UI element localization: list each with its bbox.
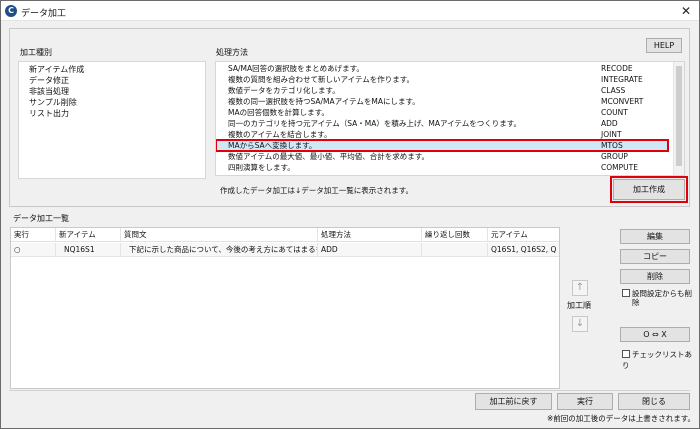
help-button[interactable]: HELP [646,38,682,53]
checkbox-box[interactable] [622,350,630,358]
method-list-scrollbar[interactable] [673,62,684,175]
processing-method-list[interactable]: SA/MA回答の選択肢をまとめあげます。 RECODE 複数の質問を組み合わせて新… [215,61,685,176]
type-item-data-edit[interactable]: データ修正 [29,75,69,86]
cell-question: 下記に示した商品について、今後の考え方にあてはまるもの [121,243,318,257]
method-row[interactable]: MAの回答個数を計算します。 COUNT [216,107,668,118]
create-process-button[interactable]: 加工作成 [610,176,688,203]
method-code: COUNT [601,108,628,117]
run-button[interactable]: 実行 [557,393,613,410]
created-note: 作成したデータ加工は↓データ加工一覧に表示されます。 [220,186,414,195]
table-header: 実行 新アイテム 質問文 処理方法 繰り返し回数 元アイテム [11,228,559,242]
type-item-list-output[interactable]: リスト出力 [29,108,69,119]
method-code: ADD [601,119,618,128]
col-header-repeat: 繰り返し回数 [422,228,488,242]
data-processing-window: C データ加工 ✕ HELP 加工種別 処理方法 新アイテム作成 データ修正 非… [0,0,700,429]
col-header-new-item: 新アイテム [56,228,121,242]
cell-source-item: Q16S1, Q16S2, Q [491,245,557,254]
method-row[interactable]: 複数のアイテムを結合します。 JOINT [216,129,668,140]
method-row[interactable]: 数値データをカテゴリ化します。 CLASS [216,85,668,96]
edit-button[interactable]: 編集 [620,229,690,244]
method-row[interactable]: 複数の同一選択肢を持つSA/MAアイテムをMAにします。 MCONVERT [216,96,668,107]
col-header-question: 質問文 [121,228,318,242]
method-desc: MAからSAへ変換します。 [228,141,317,150]
divider [9,390,690,391]
methods-label: 処理方法 [216,48,248,57]
cell-run[interactable]: ○ [11,243,56,257]
cell-repeat [422,243,488,257]
type-item-new-item[interactable]: 新アイテム作成 [29,64,84,75]
method-code: GROUP [601,152,628,161]
revert-button[interactable]: 加工前に戻す [475,393,552,410]
method-desc: 複数の同一選択肢を持つSA/MAアイテムをMAにします。 [228,97,420,106]
method-row-selected[interactable]: MAからSAへ変換します。 MTOS [216,139,669,152]
method-desc: 数値データをカテゴリ化します。 [228,86,340,95]
app-icon: C [5,5,17,17]
close-button[interactable]: 閉じる [618,393,690,410]
method-code: MTOS [601,141,623,150]
checklist-checkbox[interactable]: チェックリストあり [622,349,699,371]
type-item-not-applicable[interactable]: 非該当処理 [29,86,69,97]
processing-list-table[interactable]: 実行 新アイテム 質問文 処理方法 繰り返し回数 元アイテム ○ NQ16S1 … [10,227,560,389]
col-header-run: 実行 [11,228,56,242]
cell-new-item: NQ16S1 [56,243,121,257]
checklist-label: チェックリストあり [622,350,692,370]
method-desc: 複数の質問を組み合わせて新しいアイテムを作ります。 [228,75,414,84]
method-row[interactable]: 数値アイテムの最大値、最小値、平均値、合計を求めます。 GROUP [216,151,668,162]
processing-settings-frame: HELP 加工種別 処理方法 新アイテム作成 データ修正 非該当処理 サンプル削… [9,28,690,207]
method-desc: MAの回答個数を計算します。 [228,108,329,117]
order-label: 加工順 [567,301,591,310]
delete-from-setting-label: 設問設定からも削除 [632,289,692,307]
delete-from-setting-checkbox[interactable]: 設問設定からも削除 [622,289,694,307]
method-code: MCONVERT [601,97,644,106]
method-code: INTEGRATE [601,75,643,84]
method-code: RECODE [601,64,633,73]
method-row[interactable]: SA/MA回答の選択肢をまとめあげます。 RECODE [216,63,668,74]
table-row[interactable]: ○ NQ16S1 下記に示した商品について、今後の考え方にあてはまるもの ADD… [11,243,559,257]
checkbox-box[interactable] [622,289,630,297]
processing-type-list[interactable]: 新アイテム作成 データ修正 非該当処理 サンプル削除 リスト出力 [18,61,206,179]
cell-method: ADD [318,243,422,257]
method-code: COMPUTE [601,163,638,172]
method-code: JOINT [601,130,622,139]
method-code: CLASS [601,86,626,95]
scrollbar-thumb[interactable] [676,66,682,166]
method-row[interactable]: 四則演算をします。 COMPUTE [216,162,668,173]
method-row[interactable]: 複数の質問を組み合わせて新しいアイテムを作ります。 INTEGRATE [216,74,668,85]
method-desc: 四則演算をします。 [228,163,295,172]
type-item-sample-delete[interactable]: サンプル削除 [29,97,77,108]
overwrite-note: ※前回の加工後のデータは上書きされます。 [547,414,696,423]
close-icon[interactable]: ✕ [677,3,695,19]
method-desc: 数値アイテムの最大値、最小値、平均値、合計を求めます。 [228,152,429,161]
col-header-method: 処理方法 [318,228,422,242]
method-desc: 同一のカテゴリを持つ元アイテム（SA・MA）を積み上げ、MAアイテムをつくります… [228,119,521,128]
types-label: 加工種別 [20,48,52,57]
move-down-icon[interactable]: ↓ [572,316,588,332]
copy-button[interactable]: コピー [620,249,690,264]
method-row[interactable]: 同一のカテゴリを持つ元アイテム（SA・MA）を積み上げ、MAアイテムをつくります… [216,118,668,129]
col-header-source-item: 元アイテム [491,230,528,239]
title-bar: C データ加工 ✕ [1,1,699,21]
method-desc: 複数のアイテムを結合します。 [228,130,332,139]
processing-list-label: データ加工一覧 [13,214,69,223]
delete-button[interactable]: 削除 [620,269,690,284]
window-title: データ加工 [21,9,67,19]
move-up-icon[interactable]: ↑ [572,280,588,296]
method-desc: SA/MA回答の選択肢をまとめあげます。 [228,64,364,73]
swap-button[interactable]: O ⇔ X [620,327,690,342]
